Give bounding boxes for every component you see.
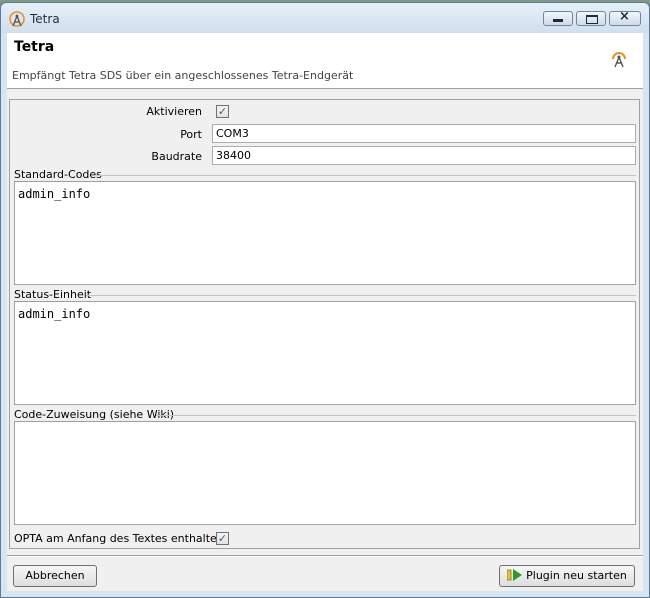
dialog-window: Tetra × Tetra Empfängt Tetra SDS über ei…	[0, 2, 650, 598]
cancel-button-label: Abbrechen	[25, 569, 85, 582]
close-button[interactable]: ×	[609, 9, 641, 26]
maximize-button[interactable]	[576, 11, 606, 26]
standard-codes-textarea[interactable]: admin_info	[14, 181, 636, 285]
window-title: Tetra	[30, 12, 60, 26]
section-divider	[86, 295, 636, 296]
page-title: Tetra	[14, 39, 55, 55]
section-divider	[156, 415, 636, 416]
standard-codes-label: Standard-Codes	[14, 168, 102, 181]
maximize-icon	[586, 15, 598, 24]
status-unit-textarea[interactable]: admin_info	[14, 301, 636, 405]
status-unit-label: Status-Einheit	[14, 288, 92, 301]
title-bar[interactable]: Tetra ×	[1, 3, 649, 33]
tetra-antenna-icon	[9, 11, 25, 27]
cancel-button[interactable]: Abbrechen	[13, 565, 97, 587]
opta-checkbox[interactable]: ✓	[216, 532, 229, 545]
minimize-button[interactable]	[543, 11, 573, 26]
dialog-content: Tetra Empfängt Tetra SDS über ein angesc…	[7, 33, 643, 591]
close-icon: ×	[619, 9, 630, 24]
settings-panel: Aktivieren ✓ Port COM3 Baudrate 38400 St…	[9, 99, 640, 549]
baudrate-input[interactable]: 38400	[212, 146, 636, 165]
code-assignment-textarea[interactable]	[14, 421, 636, 525]
page-description: Empfängt Tetra SDS über ein angeschlosse…	[12, 69, 354, 82]
port-label: Port	[180, 128, 202, 141]
play-icon	[507, 569, 523, 581]
section-divider	[94, 175, 636, 176]
minimize-icon	[553, 19, 563, 22]
code-assignment-label: Code-Zuweisung (siehe Wiki)	[14, 408, 175, 421]
opta-label: OPTA am Anfang des Textes enthalten	[14, 532, 224, 545]
port-input[interactable]: COM3	[212, 124, 636, 143]
baudrate-label: Baudrate	[151, 150, 202, 163]
activate-checkbox[interactable]: ✓	[216, 105, 229, 118]
footer-divider	[7, 555, 643, 557]
tetra-antenna-icon	[612, 52, 626, 68]
restart-button-label: Plugin neu starten	[526, 569, 627, 582]
restart-plugin-button[interactable]: Plugin neu starten	[499, 565, 635, 587]
header-banner: Tetra Empfängt Tetra SDS über ein angesc…	[7, 33, 643, 89]
activate-label: Aktivieren	[146, 105, 202, 118]
